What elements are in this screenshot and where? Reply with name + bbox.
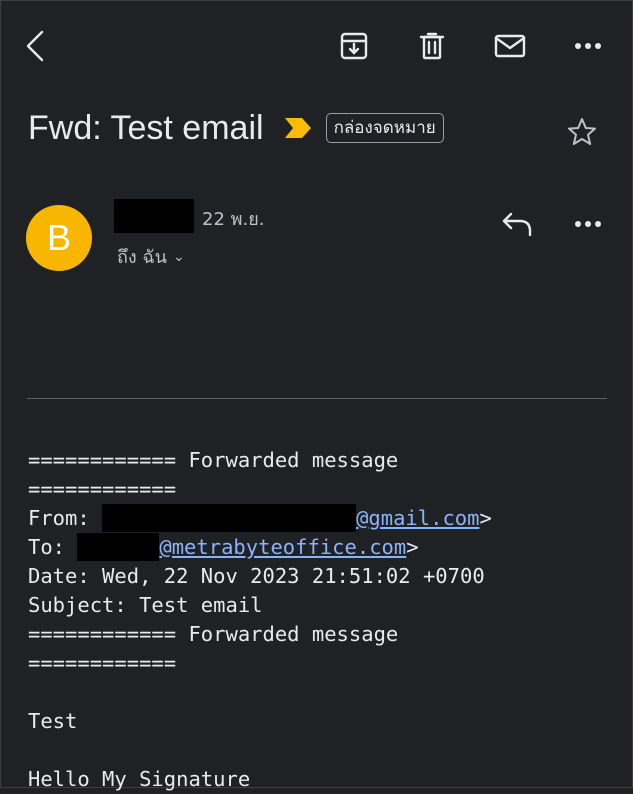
more-horiz-icon: [575, 221, 601, 227]
message-text: Test: [28, 709, 78, 733]
mark-unread-button[interactable]: [490, 26, 530, 66]
more-options-button[interactable]: [568, 26, 608, 66]
recipient-details-toggle[interactable]: ถึง ฉัน ⌄: [117, 242, 185, 271]
archive-button[interactable]: [334, 26, 374, 66]
from-line: From: @gmail.com>: [28, 504, 613, 533]
to-label: To:: [28, 535, 78, 559]
email-date: 22 พ.ย.: [202, 209, 265, 230]
more-horiz-icon: [575, 43, 601, 49]
star-icon: [568, 118, 596, 145]
from-label: From:: [28, 506, 103, 530]
top-toolbar: [0, 0, 633, 95]
importance-marker[interactable]: [284, 114, 312, 142]
forward-header-line: ============: [28, 477, 177, 501]
chevron-down-icon: ⌄: [172, 248, 185, 265]
subject-row: Fwd: Test email กล่องจดหมาย: [28, 100, 613, 156]
redacted-from-address: [102, 504, 357, 532]
mail-icon: [494, 34, 526, 58]
inbox-label-chip[interactable]: กล่องจดหมาย: [325, 113, 444, 143]
delete-button[interactable]: [412, 26, 452, 66]
message-more-button[interactable]: [568, 204, 608, 244]
email-subject: Fwd: Test email: [28, 108, 264, 147]
date-line: Date: Wed, 22 Nov 2023 21:51:02 +0700: [28, 564, 485, 588]
forward-header-line: ============ Forwarded message: [28, 448, 399, 472]
to-line: To: @metrabyteoffice.com>: [28, 533, 613, 562]
signature-text: Hello My Signature: [28, 767, 251, 791]
subject-line: Subject: Test email: [28, 593, 263, 617]
redacted-to-address: [77, 533, 160, 561]
from-email-link[interactable]: @gmail.com: [356, 506, 479, 530]
forward-footer-line: ============: [28, 651, 177, 675]
star-button[interactable]: [562, 112, 602, 152]
archive-icon: [340, 32, 368, 60]
from-bracket: >: [479, 506, 492, 530]
header-divider: [27, 398, 607, 399]
forward-footer-line: ============ Forwarded message: [28, 622, 399, 646]
email-body: ============ Forwarded message =========…: [28, 446, 613, 794]
trash-icon: [419, 32, 445, 60]
back-button[interactable]: [16, 26, 56, 66]
arrow-back-icon: [26, 30, 44, 62]
to-bracket: >: [406, 535, 419, 559]
sender-avatar[interactable]: B: [26, 205, 92, 271]
importance-icon: [284, 118, 311, 138]
to-me-label: ถึง ฉัน: [117, 247, 167, 268]
redacted-sender-name: [114, 199, 194, 233]
reply-button[interactable]: [497, 204, 537, 244]
reply-icon: [502, 212, 532, 237]
to-email-link[interactable]: @metrabyteoffice.com: [159, 535, 406, 559]
